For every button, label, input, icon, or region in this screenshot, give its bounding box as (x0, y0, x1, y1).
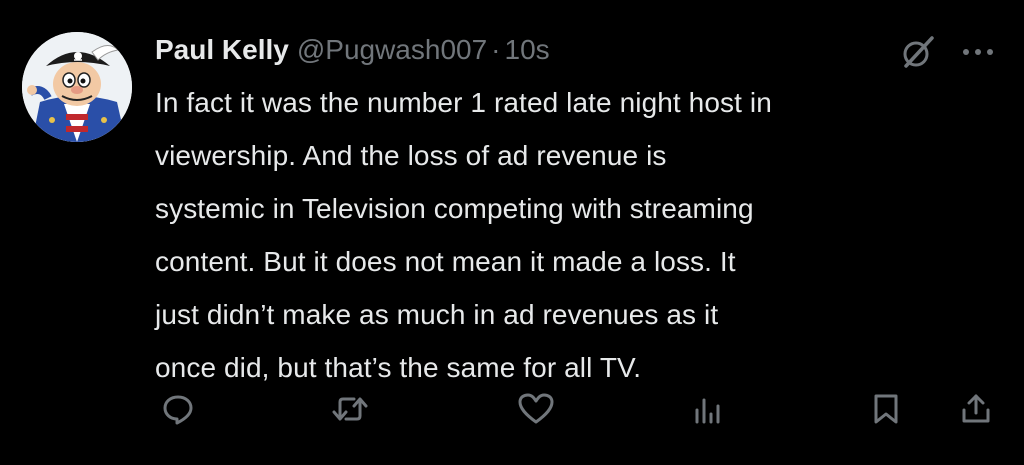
share-icon[interactable] (952, 385, 1000, 433)
views-icon[interactable] (682, 385, 730, 433)
tweet-actions (0, 385, 1024, 433)
separator-dot: · (491, 34, 501, 65)
tweet-header: Paul Kelly @Pugwash007 · 10s (155, 28, 550, 72)
author-name[interactable]: Paul Kelly (155, 34, 289, 66)
tweet[interactable]: Paul Kelly @Pugwash007 · 10s In fact it … (0, 0, 1024, 465)
bookmark-icon[interactable] (862, 385, 910, 433)
grok-icon[interactable] (898, 32, 938, 72)
avatar[interactable] (22, 32, 132, 142)
tweet-text: In fact it was the number 1 rated late n… (155, 87, 772, 383)
timestamp[interactable]: 10s (505, 34, 550, 66)
like-icon[interactable] (512, 385, 560, 433)
more-icon[interactable] (958, 40, 998, 64)
reply-icon[interactable] (154, 385, 202, 433)
retweet-icon[interactable] (326, 385, 374, 433)
author-handle[interactable]: @Pugwash007 (297, 34, 487, 66)
